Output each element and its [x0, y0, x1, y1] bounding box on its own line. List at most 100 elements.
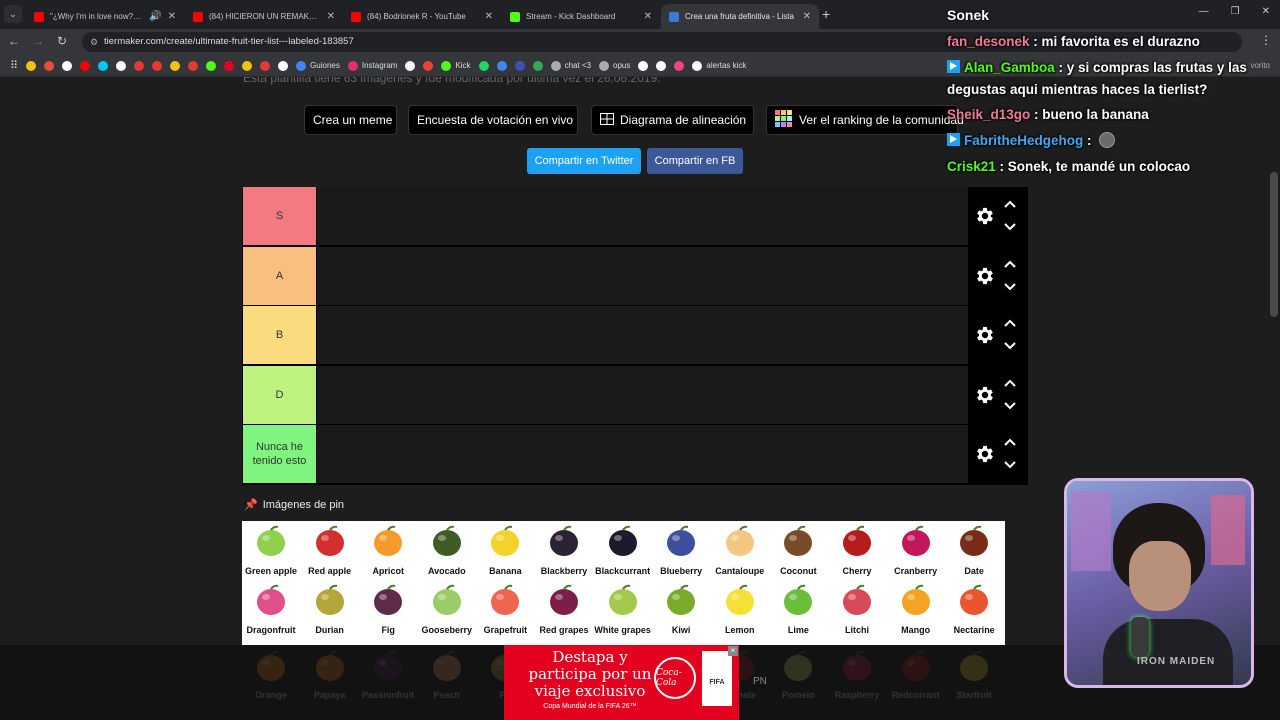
- fruit-item[interactable]: Gooseberry: [418, 580, 476, 638]
- fruit-item[interactable]: Blackcurrant: [594, 521, 652, 579]
- fruit-item[interactable]: Red apple: [301, 521, 359, 579]
- fruit-item[interactable]: Litchi: [828, 580, 886, 638]
- chevron-down-icon[interactable]: [1003, 460, 1017, 470]
- fruit-item[interactable]: Kiwi: [652, 580, 710, 638]
- bookmark-icon[interactable]: [654, 58, 668, 74]
- minimize-icon[interactable]: —: [1199, 6, 1209, 17]
- create-meme-button[interactable]: Crea un meme: [304, 105, 397, 135]
- fruit-item[interactable]: White grapes: [594, 580, 652, 638]
- chevron-down-icon[interactable]: [1003, 282, 1017, 292]
- bookmark-icon[interactable]: [96, 58, 110, 74]
- bookmark-icon[interactable]: [276, 58, 290, 74]
- tier-label[interactable]: S: [243, 187, 316, 245]
- close-tab-icon[interactable]: ✕: [327, 11, 335, 22]
- bookmark-kick[interactable]: Kick: [439, 58, 472, 74]
- tier-drop-zone[interactable]: [317, 365, 968, 424]
- bookmark-icon[interactable]: [114, 58, 128, 74]
- fruit-item[interactable]: Durian: [301, 580, 359, 638]
- fruit-item[interactable]: Green apple: [242, 521, 300, 579]
- bookmark-icon[interactable]: [204, 58, 218, 74]
- chevron-up-icon[interactable]: [1003, 318, 1017, 328]
- bookmark-opus[interactable]: opus: [597, 58, 632, 74]
- community-ranking-button[interactable]: Ver el ranking de la comunidad: [766, 105, 964, 135]
- fruit-item[interactable]: Fig: [359, 580, 417, 638]
- tier-label[interactable]: D: [243, 365, 316, 424]
- bookmark-icon[interactable]: [240, 58, 254, 74]
- ad-banner[interactable]: Destapa y participa por un viaje exclusi…: [504, 645, 739, 720]
- tier-drop-zone[interactable]: [317, 187, 968, 245]
- bookmark-chat-3[interactable]: chat <3: [549, 58, 593, 74]
- bookmark-icon[interactable]: [531, 58, 545, 74]
- fruit-item[interactable]: Coconut: [769, 521, 827, 579]
- fruit-item[interactable]: Red grapes: [535, 580, 593, 638]
- gear-icon[interactable]: [974, 205, 996, 227]
- tab-5-active[interactable]: Crea una fruta definitiva - Lista ✕: [661, 4, 819, 29]
- ad-close-icon[interactable]: ×: [728, 646, 738, 656]
- chevron-up-icon[interactable]: [1003, 378, 1017, 388]
- fruit-item[interactable]: Lime: [769, 580, 827, 638]
- gear-icon[interactable]: [974, 384, 996, 406]
- fruit-item[interactable]: Nectarine: [945, 580, 1003, 638]
- alignment-chart-button[interactable]: Diagrama de alineación: [591, 105, 754, 135]
- gear-icon[interactable]: [974, 324, 996, 346]
- tab-2[interactable]: (84) HICIERON UN REMAKE DE ✕: [185, 4, 343, 29]
- bookmark-icon[interactable]: [421, 58, 435, 74]
- tier-label[interactable]: Nunca he tenido esto: [243, 425, 316, 484]
- live-poll-button[interactable]: Encuesta de votación en vivo: [408, 105, 578, 135]
- scrollbar-thumb[interactable]: [1270, 172, 1278, 317]
- bookmark-icon[interactable]: [168, 58, 182, 74]
- bookmark-guiones[interactable]: Guiones: [294, 58, 342, 74]
- tab-1[interactable]: "¿Why I'm in love now?, i d 🔊 ✕: [26, 4, 184, 29]
- bookmark-icon[interactable]: [132, 58, 146, 74]
- site-info-icon[interactable]: ⚙: [90, 32, 98, 52]
- tier-drop-zone[interactable]: [317, 306, 968, 365]
- speaker-icon[interactable]: 🔊: [149, 11, 161, 22]
- reload-icon[interactable]: ↻: [54, 34, 70, 48]
- fruit-item[interactable]: Dragonfruit: [242, 580, 300, 638]
- bookmark-icon[interactable]: [186, 58, 200, 74]
- fruit-item[interactable]: Cantaloupe: [711, 521, 769, 579]
- fruit-item[interactable]: Date: [945, 521, 1003, 579]
- bookmark-icon[interactable]: [636, 58, 650, 74]
- new-tab-button[interactable]: +: [822, 6, 830, 22]
- bookmark-icon[interactable]: [222, 58, 236, 74]
- fruit-item[interactable]: Banana: [476, 521, 534, 579]
- forward-icon[interactable]: →: [30, 34, 46, 48]
- fruit-item[interactable]: Blueberry: [652, 521, 710, 579]
- fruit-item[interactable]: Grapefruit: [476, 580, 534, 638]
- bookmark-icon[interactable]: [150, 58, 164, 74]
- chevron-up-icon[interactable]: [1003, 437, 1017, 447]
- bookmark-icon[interactable]: [42, 58, 56, 74]
- gear-icon[interactable]: [974, 265, 996, 287]
- fruit-item[interactable]: Cranberry: [887, 521, 945, 579]
- fruit-item[interactable]: Lemon: [711, 580, 769, 638]
- apps-icon[interactable]: ⠿: [8, 58, 20, 74]
- maximize-icon[interactable]: ❐: [1231, 6, 1240, 17]
- chevron-down-icon[interactable]: [1003, 222, 1017, 232]
- bookmark-icon[interactable]: [513, 58, 527, 74]
- fruit-item[interactable]: Avocado: [418, 521, 476, 579]
- bookmark-alertas-kick[interactable]: alertas kick: [690, 58, 748, 74]
- bookmark-icon[interactable]: [672, 58, 686, 74]
- bookmark-icon[interactable]: [24, 58, 38, 74]
- share-twitter-button[interactable]: Compartir en Twitter: [527, 148, 641, 174]
- share-fb-button[interactable]: Compartir en FB: [647, 148, 743, 174]
- close-tab-icon[interactable]: ✕: [168, 11, 176, 22]
- chevron-down-icon[interactable]: [1003, 401, 1017, 411]
- bookmark-icon[interactable]: [60, 58, 74, 74]
- bookmark-instagram[interactable]: Instagram: [346, 58, 400, 74]
- chevron-up-icon[interactable]: [1003, 259, 1017, 269]
- bookmark-icon[interactable]: [78, 58, 92, 74]
- bookmark-icon[interactable]: [495, 58, 509, 74]
- bookmark-icon[interactable]: [477, 58, 491, 74]
- tier-label[interactable]: A: [243, 246, 316, 305]
- gear-icon[interactable]: [974, 443, 996, 465]
- chevron-up-icon[interactable]: [1003, 199, 1017, 209]
- fruit-item[interactable]: Apricot: [359, 521, 417, 579]
- bookmark-icon[interactable]: [403, 58, 417, 74]
- back-icon[interactable]: ←: [6, 34, 22, 48]
- tier-drop-zone[interactable]: [317, 425, 968, 484]
- close-tab-icon[interactable]: ✕: [485, 11, 493, 22]
- tab-search-button[interactable]: ⌄: [4, 5, 22, 23]
- fruit-item[interactable]: Cherry: [828, 521, 886, 579]
